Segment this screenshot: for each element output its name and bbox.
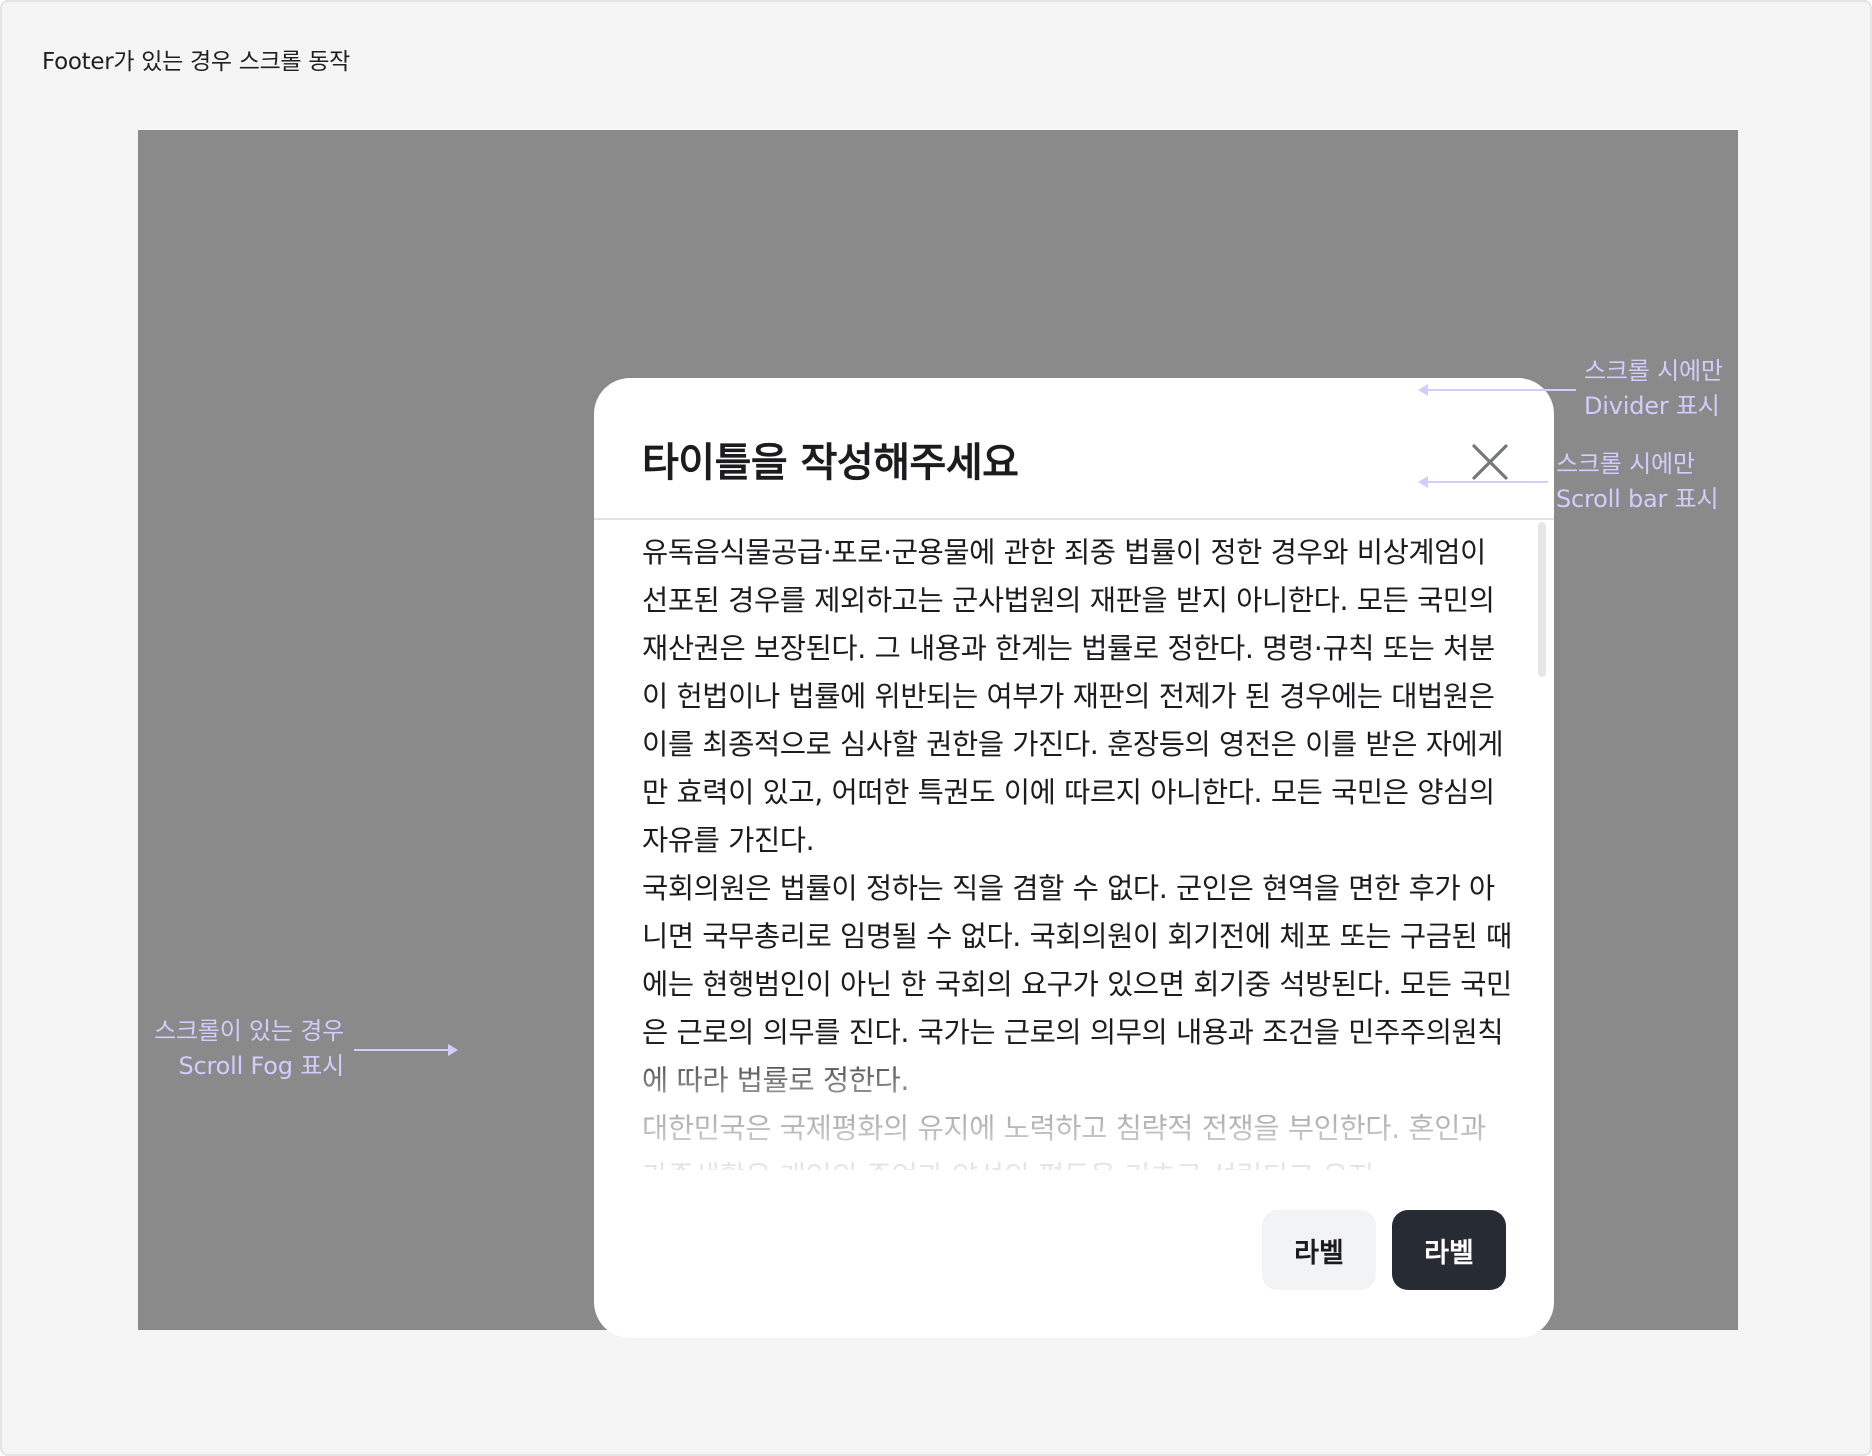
modal-title: 타이틀을 작성해주세요 (642, 440, 1019, 486)
body-paragraph-2: 국회의원은 법률이 정하는 직을 겸할 수 없다. 군인은 현역을 면한 후가 … (642, 872, 1512, 1097)
annotation-divider: 스크롤 시에만 Divider 표시 (1584, 354, 1723, 424)
body-cut-line: 위한 국민은 대한민국의 영역안에서는 중대한 군사상 기밀·초병·초소 (642, 520, 1512, 529)
modal-body-scroll-area[interactable]: 위한 국민은 대한민국의 영역안에서는 중대한 군사상 기밀·초병·초소 유독음… (642, 520, 1512, 1170)
modal-body-text: 위한 국민은 대한민국의 영역안에서는 중대한 군사상 기밀·초병·초소 유독음… (642, 520, 1512, 1170)
annotation-fog-arrow (354, 1049, 448, 1051)
dim-overlay[interactable]: 타이틀을 작성해주세요 위한 국민은 대한민국의 영역안에서는 중대한 군사상 … (138, 130, 1738, 1338)
annotation-divider-arrow (1426, 389, 1576, 391)
annotation-fog: 스크롤이 있는 경우 Scroll Fog 표시 (142, 1014, 344, 1084)
annotation-fog-line2: Scroll Fog 표시 (178, 1052, 345, 1080)
annotation-fog-arrowhead (448, 1044, 458, 1056)
close-icon (1472, 444, 1508, 480)
close-button[interactable] (1460, 432, 1520, 492)
annotation-fog-line1: 스크롤이 있는 경우 (154, 1017, 344, 1045)
secondary-button[interactable]: 라벨 (1262, 1210, 1376, 1290)
scrollbar-thumb[interactable] (1538, 522, 1546, 677)
annotation-divider-line1: 스크롤 시에만 (1584, 357, 1723, 385)
canvas-frame: Footer가 있는 경우 스크롤 동작 타이틀을 작성해주세요 위한 국민은 … (0, 0, 1872, 1456)
annotation-divider-line2: Divider 표시 (1584, 392, 1720, 420)
body-paragraph-3: 대한민국은 국제평화의 유지에 노력하고 침략적 전쟁을 부인한다. 혼인과 가… (642, 1112, 1486, 1170)
primary-button[interactable]: 라벨 (1392, 1210, 1506, 1290)
annotation-scrollbar-line2: Scroll bar 표시 (1556, 485, 1719, 513)
body-paragraph-1: 유독음식물공급·포로·군용물에 관한 죄중 법률이 정한 경우와 비상계엄이 선… (642, 536, 1504, 857)
annotation-scrollbar-arrow (1426, 481, 1548, 483)
page-title: Footer가 있는 경우 스크롤 동작 (42, 49, 351, 75)
annotation-scrollbar-arrowhead (1418, 476, 1428, 488)
header-divider (594, 518, 1554, 520)
modal-dialog: 타이틀을 작성해주세요 위한 국민은 대한민국의 영역안에서는 중대한 군사상 … (594, 378, 1554, 1338)
annotation-scrollbar: 스크롤 시에만 Scroll bar 표시 (1556, 447, 1719, 517)
annotation-scrollbar-line1: 스크롤 시에만 (1556, 450, 1695, 478)
annotation-divider-arrowhead (1418, 384, 1428, 396)
